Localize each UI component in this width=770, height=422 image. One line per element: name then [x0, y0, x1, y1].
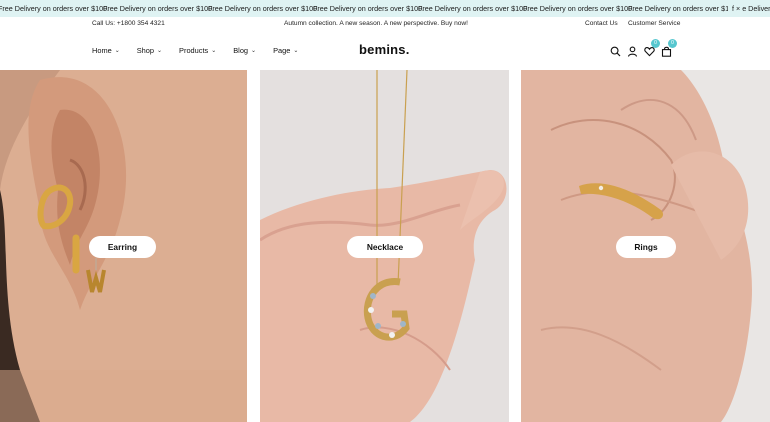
announcement-message: Free Delivery on orders over $100. — [523, 4, 635, 13]
search-icon[interactable] — [610, 44, 621, 57]
announcement-message: Free Delivery on orders over $100. — [0, 4, 110, 13]
nav-item-page[interactable]: Page ⌄ — [273, 46, 298, 55]
category-card-earring[interactable]: Earring — [0, 70, 247, 422]
announcement-close[interactable]: f × e Delivery — [728, 0, 770, 17]
announcement-bar: Free Delivery on orders over $100. Free … — [0, 0, 770, 17]
chevron-down-icon: ⌄ — [114, 48, 120, 54]
promo-text: Autumn collection. A new season. A new p… — [284, 20, 468, 27]
chevron-down-icon: ⌄ — [157, 48, 163, 54]
main-nav: Home ⌄ Shop ⌄ Products ⌄ Blog ⌄ Page ⌄ — [92, 46, 315, 55]
bag-icon[interactable]: 0 — [661, 39, 677, 57]
header-actions: 0 0 — [610, 39, 678, 57]
heart-icon[interactable]: 0 — [644, 39, 660, 57]
category-label-necklace[interactable]: Necklace — [347, 236, 423, 258]
category-card-rings[interactable]: Rings — [521, 70, 770, 422]
chevron-down-icon: ⌄ — [293, 48, 299, 54]
contact-us-link[interactable]: Contact Us — [585, 20, 618, 27]
top-info-bar: Call Us: +1800 354 4321 Autumn collectio… — [0, 17, 770, 31]
customer-service-link[interactable]: Customer Service — [628, 20, 680, 27]
announcement-message: Free Delivery on orders over $100. — [313, 4, 425, 13]
announcement-message: Free Delivery on orders over $100. — [418, 4, 530, 13]
nav-item-products[interactable]: Products ⌄ — [179, 46, 216, 55]
site-header: Home ⌄ Shop ⌄ Products ⌄ Blog ⌄ Page ⌄ b… — [0, 36, 770, 68]
nav-item-shop[interactable]: Shop ⌄ — [137, 46, 162, 55]
announcement-message: Free Delivery on orders over $100. — [628, 4, 740, 13]
user-icon[interactable] — [627, 44, 638, 57]
announcement-message: Free Delivery on orders over $100. — [208, 4, 320, 13]
category-card-necklace[interactable]: Necklace — [260, 70, 509, 422]
category-label-earring[interactable]: Earring — [89, 236, 156, 258]
nav-item-label: Products — [179, 46, 209, 55]
nav-item-label: Shop — [136, 46, 155, 55]
nav-item-label: Blog — [233, 46, 249, 55]
phone-number[interactable]: Call Us: +1800 354 4321 — [92, 20, 165, 27]
wishlist-count-badge: 0 — [651, 39, 660, 48]
category-grid: Earring Necklace Rings — [0, 70, 770, 422]
announcement-message: Free Delivery on orders over $100. — [103, 4, 215, 13]
nav-item-label: Page — [273, 46, 291, 55]
chevron-down-icon: ⌄ — [251, 48, 257, 54]
nav-item-home[interactable]: Home ⌄ — [92, 46, 120, 55]
nav-item-blog[interactable]: Blog ⌄ — [233, 46, 256, 55]
category-label-rings[interactable]: Rings — [616, 236, 676, 258]
cart-count-badge: 0 — [668, 39, 677, 48]
site-logo[interactable]: bemins. — [359, 42, 410, 57]
chevron-down-icon: ⌄ — [211, 48, 217, 54]
nav-item-label: Home — [92, 46, 112, 55]
